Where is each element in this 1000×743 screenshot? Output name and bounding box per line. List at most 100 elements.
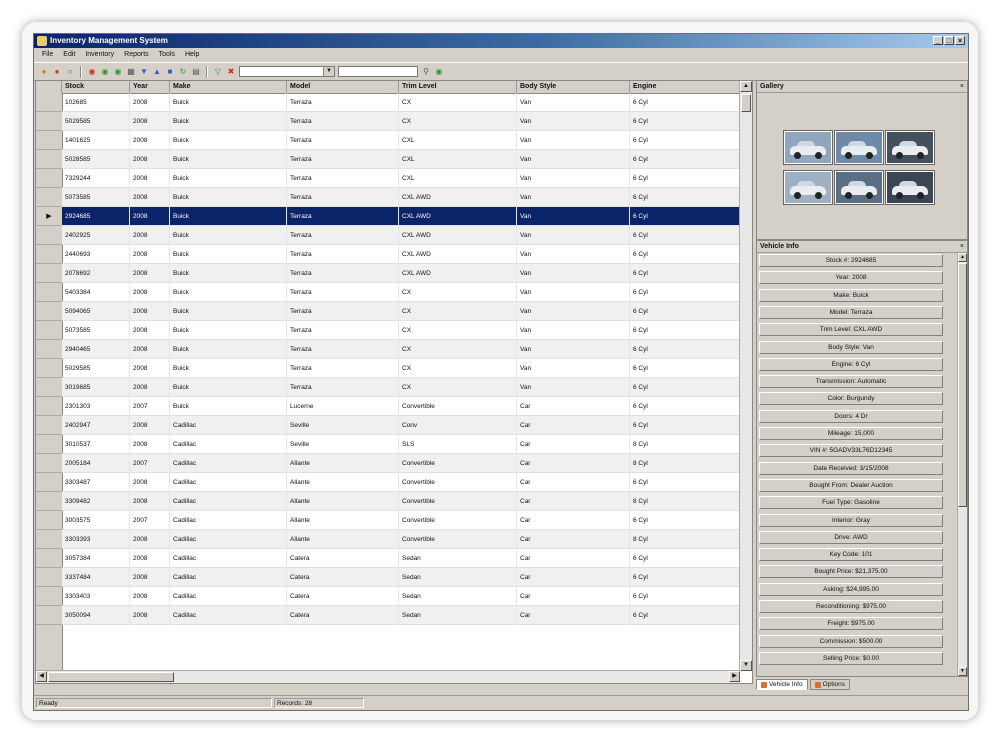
vehicle-field[interactable]: Mileage: 15,000 (759, 427, 943, 440)
table-row[interactable]: 3050094 2008 Cadillac Catera Sedan Car 6 Cyl (62, 606, 740, 625)
row-selector[interactable] (36, 302, 62, 321)
go-icon[interactable]: ◉ (113, 67, 123, 77)
maximize-button[interactable]: □ (944, 36, 954, 45)
vehicle-field[interactable]: Drive: AWD (759, 530, 943, 544)
vehicle-field[interactable]: Bought From: Dealer Auction (759, 478, 943, 492)
table-row[interactable]: 5029585 2008 Buick Terraza CX Van 6 Cyl (62, 112, 740, 131)
scroll-down-icon[interactable]: ▼ (740, 660, 752, 671)
table-row[interactable]: 7329244 2008 Buick Terraza CXL Van 6 Cyl (62, 169, 740, 188)
row-selector[interactable] (36, 416, 62, 435)
vehicle-photo[interactable] (834, 170, 884, 205)
sync-icon[interactable]: ↻ (178, 67, 188, 77)
close-button[interactable]: × (955, 36, 965, 45)
column-header-body-style[interactable]: Body Style (517, 81, 630, 93)
table-row[interactable]: 5073585 2008 Buick Terraza CXL AWD Van 6 Cyl (62, 188, 740, 207)
user-add-icon[interactable]: ● (39, 67, 49, 77)
table-row[interactable]: 2402925 2008 Buick Terraza CXL AWD Van 6 Cyl (62, 226, 740, 245)
row-selector[interactable] (36, 378, 62, 397)
table-row[interactable]: 3303403 2008 Cadillac Catera Sedan Car 6 Cyl (62, 587, 740, 606)
vehicle-field[interactable]: Year: 2008 (759, 271, 943, 285)
row-selector[interactable] (36, 93, 62, 112)
row-selector[interactable]: ▶ (36, 207, 62, 226)
row-selector[interactable] (36, 340, 62, 359)
vehicle-field[interactable]: Freight: $975.00 (759, 617, 943, 631)
row-selector[interactable] (36, 283, 62, 302)
row-selector[interactable] (36, 568, 62, 587)
sort-icon[interactable]: ▲ (152, 67, 162, 77)
close-icon[interactable]: × (960, 81, 964, 93)
vehicle-photo[interactable] (783, 170, 833, 205)
vehicle-field[interactable]: VIN #: 5GADV33L76D12345 (759, 444, 943, 458)
menu-help[interactable]: Help (185, 51, 199, 58)
row-selector[interactable] (36, 549, 62, 568)
row-selector[interactable] (36, 359, 62, 378)
row-selector[interactable] (36, 169, 62, 188)
table-row[interactable]: 2078692 2008 Buick Terraza CXL AWD Van 6 Cyl (62, 264, 740, 283)
user-icon[interactable]: ● (52, 67, 62, 77)
column-header-engine[interactable]: Engine (630, 81, 740, 93)
magnifier-icon[interactable]: ⚲ (421, 67, 431, 77)
row-selector[interactable] (36, 131, 62, 150)
funnel-icon[interactable]: ▽ (213, 67, 223, 77)
vehicle-field[interactable]: Selling Price: $0.00 (759, 651, 943, 665)
vehicle-field[interactable]: Interior: Gray (759, 513, 943, 527)
vehicle-field[interactable]: Reconditioning: $975.00 (759, 600, 943, 613)
table-row[interactable]: 3010537 2008 Cadillac Seville SLS Car 8 Cyl (62, 435, 740, 454)
scroll-up-icon[interactable]: ▲ (740, 81, 752, 92)
row-selector[interactable] (36, 473, 62, 492)
table-row[interactable]: 2440693 2008 Buick Terraza CXL AWD Van 6 Cyl (62, 245, 740, 264)
vehicle-field[interactable]: Stock #: 2924685 (759, 254, 943, 267)
row-selector[interactable] (36, 492, 62, 511)
go-search-icon[interactable]: ◉ (434, 67, 444, 77)
table-row[interactable]: 5073585 2008 Buick Terraza CX Van 6 Cyl (62, 321, 740, 340)
row-selector[interactable] (36, 397, 62, 416)
tab-options[interactable]: Options (809, 679, 851, 690)
table-row[interactable]: 2940465 2008 Buick Terraza CX Van 6 Cyl (62, 340, 740, 359)
vehicle-info-scrollbar[interactable]: ▲ ▼ (957, 253, 967, 676)
table-row[interactable]: 3303487 2008 Cadillac Allante Convertible Car… (62, 473, 740, 492)
row-selector[interactable] (36, 454, 62, 473)
row-selector[interactable] (36, 264, 62, 283)
scroll-thumb[interactable] (48, 672, 174, 682)
scroll-up-icon[interactable]: ▲ (958, 253, 967, 262)
table-row[interactable]: 2005184 2007 Cadillac Allante Convertible Car… (62, 454, 740, 473)
stop-icon[interactable]: ◉ (87, 67, 97, 77)
vehicle-field[interactable]: Transmission: Automatic (759, 375, 943, 389)
tab-vehicle-info[interactable]: Vehicle Info (756, 679, 808, 690)
row-selector[interactable] (36, 245, 62, 264)
row-selector[interactable] (36, 188, 62, 207)
row-selector[interactable] (36, 150, 62, 169)
refresh-icon[interactable]: ◉ (100, 67, 110, 77)
table-row[interactable]: 5029585 2008 Buick Terraza CX Van 6 Cyl (62, 359, 740, 378)
search-icon[interactable]: ○ (65, 67, 75, 77)
menu-inventory[interactable]: Inventory (85, 51, 114, 58)
vehicle-field[interactable]: Make: Buick (759, 288, 943, 302)
column-header-year[interactable]: Year (130, 81, 170, 93)
table-row[interactable]: 2924685 2008 Buick Terraza CXL AWD Van 6 Cyl (62, 207, 740, 226)
column-header-make[interactable]: Make (170, 81, 287, 93)
table-row[interactable]: 5094065 2008 Buick Terraza CX Van 6 Cyl (62, 302, 740, 321)
scroll-right-icon[interactable]: ▶ (729, 671, 740, 682)
search-input[interactable] (338, 66, 418, 77)
vehicle-photo[interactable] (885, 170, 935, 205)
grid-vertical-scrollbar[interactable]: ▲ ▼ (739, 81, 752, 671)
grid-horizontal-scrollbar[interactable]: ◀ ▶ (36, 670, 740, 683)
scroll-thumb[interactable] (958, 263, 967, 507)
vehicle-field[interactable]: Date Received: 3/15/2008 (759, 461, 943, 475)
table-row[interactable]: 2402947 2008 Cadillac Seville Conv Car 6 Cyl (62, 416, 740, 435)
column-header-model[interactable]: Model (287, 81, 399, 93)
scroll-thumb[interactable] (741, 94, 751, 112)
menu-reports[interactable]: Reports (124, 51, 149, 58)
scroll-left-icon[interactable]: ◀ (36, 671, 47, 682)
table-row[interactable]: 3057384 2008 Cadillac Catera Sedan Car 6 Cyl (62, 549, 740, 568)
table-row[interactable]: 1401625 2008 Buick Terraza CXL Van 6 Cyl (62, 131, 740, 150)
vehicle-field[interactable]: Doors: 4 Dr (759, 409, 943, 423)
menu-file[interactable]: File (42, 51, 53, 58)
menu-tools[interactable]: Tools (159, 51, 175, 58)
table-row[interactable]: 3303393 2008 Cadillac Allante Convertible Car… (62, 530, 740, 549)
table-row[interactable]: 102685 2008 Buick Terraza CX Van 6 Cyl (62, 93, 740, 112)
vehicle-field[interactable]: Engine: 6 Cyl (759, 357, 943, 371)
vehicle-photo[interactable] (783, 130, 833, 165)
table-row[interactable]: 3019685 2008 Buick Terraza CX Van 6 Cyl (62, 378, 740, 397)
filter-icon[interactable]: ▼ (139, 67, 149, 77)
